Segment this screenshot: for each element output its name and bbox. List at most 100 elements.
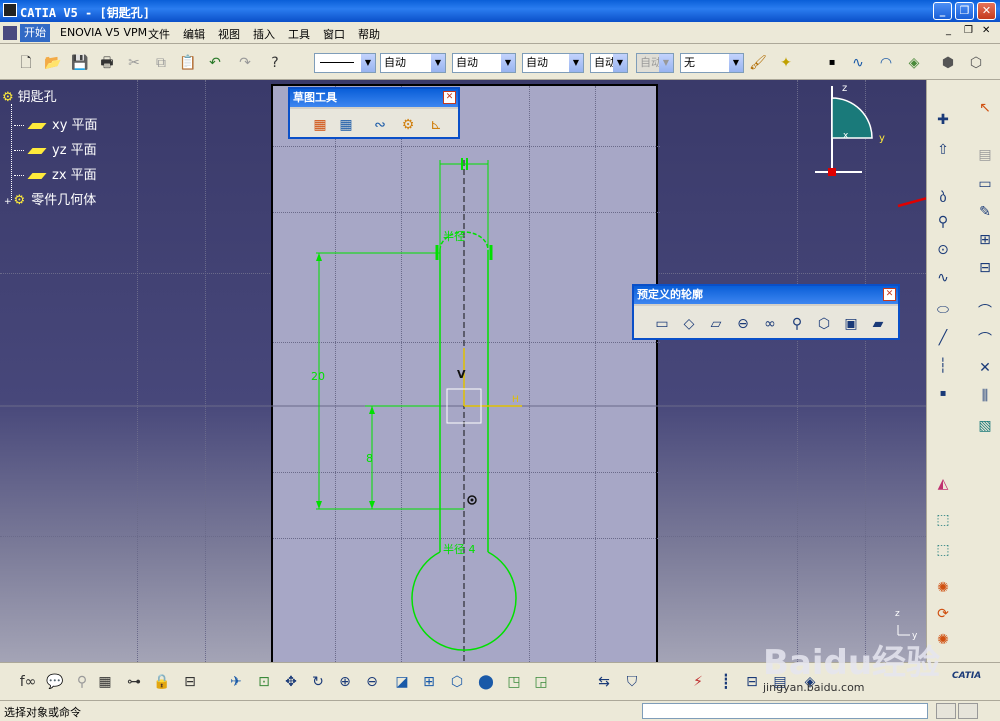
oriented-rectangle-icon[interactable]: ◇ — [679, 314, 699, 334]
formula-icon[interactable]: f∞ — [18, 672, 38, 692]
multi-view-icon[interactable]: ⊞ — [419, 672, 439, 692]
geometric-constraints-icon[interactable]: ⚙ — [398, 115, 418, 135]
grid-icon[interactable]: ▦ — [310, 115, 330, 135]
edit-multi-constraint-icon[interactable]: ⊟ — [975, 258, 995, 278]
measure-icon[interactable]: ◈ — [904, 53, 924, 73]
menu-enovia[interactable]: ENOVIA V5 VPM — [60, 26, 147, 39]
menu-file[interactable]: 文件 — [148, 26, 170, 42]
minimize-button[interactable]: _ — [933, 2, 952, 20]
swap-visible-icon[interactable]: ◲ — [531, 672, 551, 692]
expand-icon[interactable]: + — [4, 197, 12, 207]
predefined-profile-panel[interactable]: 预定义的轮廓 ✕ ▭ ◇ ▱ ⊖ ∞ ⚲ ⬡ ▣ ▰ — [632, 284, 900, 340]
3d-viewport[interactable]: 20 8 半径 半径 4 V H z y x z y — [0, 80, 926, 662]
sketch-icon[interactable]: ✚ — [933, 110, 953, 130]
table-icon[interactable]: ▦ — [95, 672, 115, 692]
print-icon[interactable]: 🖶 — [97, 53, 117, 73]
parallelogram-icon[interactable]: ▱ — [706, 314, 726, 334]
fit-all-icon[interactable]: ⊡ — [254, 672, 274, 692]
predefined-profile-title[interactable]: 预定义的轮廓 — [634, 286, 898, 304]
undo-icon[interactable]: ↶ — [205, 53, 225, 73]
layer-combo[interactable]: 无 ▼ — [680, 53, 744, 73]
top-radius-label[interactable]: 半径 — [443, 229, 465, 243]
dimensional-constraints-icon[interactable]: ⊾ — [426, 115, 446, 135]
menu-view[interactable]: 视图 — [218, 26, 240, 42]
hide-icon[interactable]: ◳ — [504, 672, 524, 692]
transparency-combo[interactable]: 自动 ▼ — [452, 53, 516, 73]
menu-window[interactable]: 窗口 — [323, 26, 345, 42]
line-type-combo[interactable]: ▼ — [314, 53, 376, 73]
painter-icon[interactable]: 🖌 — [748, 53, 768, 73]
rectangle-tool-icon[interactable]: ▭ — [975, 174, 995, 194]
status-button-2[interactable] — [958, 703, 978, 719]
status-button-1[interactable] — [936, 703, 956, 719]
line-weight-combo[interactable]: 自动 ▼ — [522, 53, 584, 73]
shading-icon[interactable]: ⬤ — [476, 672, 496, 692]
keyhole-profile-icon[interactable]: ⚲ — [787, 314, 807, 334]
open-icon[interactable]: 📂 — [43, 53, 63, 73]
circle-icon[interactable]: ⊙ — [933, 240, 953, 260]
fly-mode-icon[interactable]: ✈ — [226, 672, 246, 692]
pin-icon[interactable]: ⚲ — [72, 672, 92, 692]
lock-icon[interactable]: 🔒 — [152, 672, 172, 692]
pan-icon[interactable]: ✥ — [281, 672, 301, 692]
tree-root[interactable]: ⚙ 钥匙孔 — [2, 86, 57, 105]
product-icon[interactable]: ⬡ — [966, 53, 986, 73]
close-button[interactable]: ✕ — [977, 2, 996, 20]
geometry-display-icon[interactable]: ⊟ — [742, 672, 762, 692]
update-icon[interactable]: ✺ — [933, 578, 953, 598]
project-3d-icon[interactable]: ▧ — [975, 416, 995, 436]
doc-minimize-button[interactable]: _ — [946, 25, 951, 36]
dimension-display-icon[interactable]: ┋ — [716, 672, 736, 692]
rotate-icon[interactable]: ↻ — [308, 672, 328, 692]
trim-icon[interactable]: ✕ — [975, 358, 995, 378]
cylindrical-hole-icon[interactable]: ∞ — [760, 314, 780, 334]
maximize-button[interactable]: ❐ — [955, 2, 974, 20]
title-bar[interactable]: CATIA V5 - [钥匙孔] _ ❐ ✕ — [0, 0, 1000, 22]
constraint-icon[interactable]: ✎ — [975, 202, 995, 222]
animate-constraint-icon[interactable]: ⊞ — [975, 230, 995, 250]
surface-icon[interactable]: ◠ — [876, 53, 896, 73]
tools-icon[interactable]: ⬚ — [933, 510, 953, 530]
hide-show-icon[interactable]: ⊟ — [180, 672, 200, 692]
refresh-icon[interactable]: ⟳ — [933, 604, 953, 624]
hexagon-icon[interactable]: ⬡ — [814, 314, 834, 334]
elongated-hole-icon[interactable]: ⊖ — [733, 314, 753, 334]
close-icon[interactable]: ✕ — [883, 288, 896, 301]
spline-tool-icon[interactable]: ∿ — [933, 268, 953, 288]
cut-icon[interactable]: ✂ — [124, 53, 144, 73]
spline-icon[interactable]: ∿ — [848, 53, 868, 73]
tree-item-xy-plane[interactable]: xy 平面 — [14, 114, 98, 133]
paste-icon[interactable]: 📋 — [178, 53, 198, 73]
whats-this-icon[interactable]: ? — [265, 53, 285, 73]
tree-item-zx-plane[interactable]: zx 平面 — [14, 164, 97, 183]
tree-item-part-body[interactable]: + ⚙ 零件几何体 — [4, 189, 96, 208]
rectangle-icon[interactable]: ▭ — [652, 314, 672, 334]
point-tool-icon[interactable]: ▪ — [933, 384, 953, 404]
redo-icon[interactable]: ↷ — [235, 53, 255, 73]
menu-start[interactable]: 开始 — [20, 24, 50, 42]
point-icon[interactable]: ▪ — [822, 53, 842, 73]
color-combo[interactable]: 自动 ▼ — [380, 53, 446, 73]
close-icon[interactable]: ✕ — [443, 91, 456, 104]
sketch-visualization-icon[interactable]: ⛉ — [622, 672, 642, 692]
tree-icon[interactable]: ⊶ — [124, 672, 144, 692]
dimension-8[interactable]: 8 — [366, 452, 373, 465]
keyhole-tool-icon[interactable]: ⚲ — [933, 212, 953, 232]
profile-icon[interactable]: ▤ — [975, 145, 995, 165]
zoom-out-icon[interactable]: ⊖ — [362, 672, 382, 692]
graphic-properties-icon[interactable]: ✦ — [776, 53, 796, 73]
menu-tools[interactable]: 工具 — [288, 26, 310, 42]
save-icon[interactable]: 💾 — [70, 53, 90, 73]
comment-icon[interactable]: 💬 — [45, 672, 65, 692]
ellipse-icon[interactable]: ⬭ — [933, 300, 953, 320]
select-icon[interactable]: ↖ — [975, 98, 995, 118]
chamfer-icon[interactable]: ⌒ — [975, 330, 995, 350]
sketch-tools-panel[interactable]: 草图工具 ✕ ▦ ▦ ∾ ⚙ ⊾ — [288, 87, 460, 139]
snap-to-point-icon[interactable]: ▦ — [336, 115, 356, 135]
centered-rectangle-icon[interactable]: ▣ — [841, 314, 861, 334]
diagnosis-icon[interactable]: ⚡ — [688, 672, 708, 692]
line-icon[interactable]: ╱ — [933, 328, 953, 348]
part-icon[interactable]: ⬢ — [938, 53, 958, 73]
menu-help[interactable]: 帮助 — [358, 26, 380, 42]
menu-edit[interactable]: 编辑 — [183, 26, 205, 42]
